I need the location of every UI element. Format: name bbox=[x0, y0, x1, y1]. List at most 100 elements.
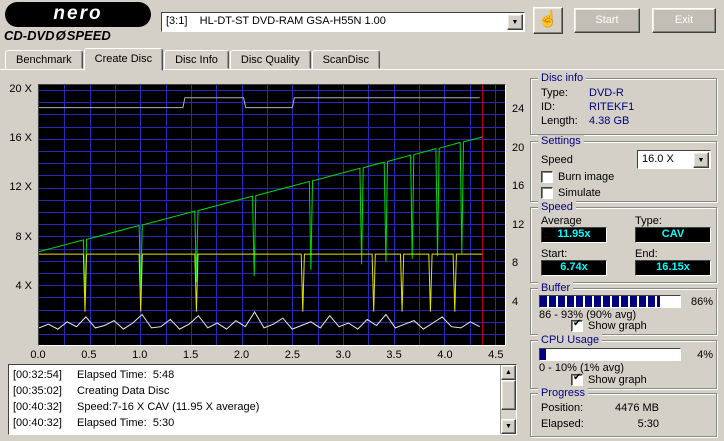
axis-tick: 20 bbox=[512, 142, 524, 154]
chevron-down-icon[interactable]: ▼ bbox=[507, 14, 523, 30]
log-listbox[interactable]: [00:32:54]Elapsed Time: 5:48 [00:35:02]C… bbox=[8, 364, 517, 435]
speed-select[interactable]: 16.0 X ▼ bbox=[637, 150, 711, 169]
burn-image-label: Burn image bbox=[558, 171, 614, 183]
burn-image-checkbox[interactable] bbox=[541, 171, 553, 183]
tab-bar: Benchmark Create Disc Disc Info Disc Qua… bbox=[0, 47, 724, 69]
axis-tick: 4 bbox=[512, 296, 518, 308]
tab-benchmark[interactable]: Benchmark bbox=[5, 50, 83, 69]
axis-tick: 8 bbox=[512, 257, 518, 269]
buffer-bar bbox=[539, 295, 681, 308]
header-toolbar: nero CD-DVDØSPEED [3:1] HL-DT-ST DVD-RAM… bbox=[0, 0, 724, 46]
capacity-axis: 0.00.51.01.52.02.53.03.54.04.5 bbox=[38, 349, 506, 362]
cpu-bar bbox=[539, 348, 681, 361]
axis-tick: 12 X bbox=[9, 181, 32, 193]
log-entry: [00:35:02]Creating Data Disc bbox=[13, 383, 497, 399]
average-label: Average bbox=[541, 215, 582, 227]
axis-tick: 0.5 bbox=[81, 349, 96, 361]
speed-chart bbox=[38, 84, 506, 346]
axis-tick: 24 bbox=[512, 103, 524, 115]
start-speed-label: Start: bbox=[541, 248, 567, 260]
chevron-down-icon[interactable]: ▼ bbox=[693, 152, 709, 168]
speed-select-label: Speed bbox=[541, 154, 573, 166]
axis-tick: 20 X bbox=[9, 83, 32, 95]
settings-panel: Settings Speed 16.0 X ▼ Burn image Simul… bbox=[530, 141, 717, 202]
axis-tick: 1.5 bbox=[183, 349, 198, 361]
position-label: Position: bbox=[541, 402, 583, 414]
end-speed-label: End: bbox=[635, 248, 658, 260]
cd-dvd-speed-wordmark: CD-DVDØSPEED bbox=[4, 28, 164, 44]
disc-info-title: Disc info bbox=[538, 72, 586, 85]
disc-id-value: RITEKF1 bbox=[589, 101, 634, 113]
type-label: Type: bbox=[635, 215, 662, 227]
tab-disc-info[interactable]: Disc Info bbox=[164, 50, 229, 69]
start-speed-value: 6.74x bbox=[541, 260, 607, 276]
buffer-title: Buffer bbox=[538, 282, 573, 295]
cpu-bar-fill bbox=[540, 349, 546, 360]
nero-wordmark: nero bbox=[5, 2, 151, 27]
elapsed-label: Elapsed: bbox=[541, 418, 584, 430]
nero-cd-dvd-speed-window: { "header": { "logo_main": "nero", "logo… bbox=[0, 0, 724, 441]
disc-icon: Ø bbox=[55, 28, 67, 43]
axis-tick: 2.5 bbox=[285, 349, 300, 361]
elapsed-value: 5:30 bbox=[587, 418, 659, 430]
axis-tick: 16 bbox=[512, 180, 524, 192]
start-button[interactable]: Start bbox=[574, 8, 640, 33]
simulate-checkbox[interactable] bbox=[541, 187, 553, 199]
tab-scandisc[interactable]: ScanDisc bbox=[312, 50, 380, 69]
axis-tick: 1.0 bbox=[132, 349, 147, 361]
buffer-percent: 86% bbox=[681, 296, 713, 308]
end-speed-value: 16.15x bbox=[635, 260, 711, 276]
disc-id-label: ID: bbox=[541, 101, 555, 113]
log-entry: [00:40:32]Elapsed Time: 5:30 bbox=[13, 415, 497, 431]
cpu-show-graph-label: Show graph bbox=[588, 374, 647, 386]
axis-tick: 3.5 bbox=[386, 349, 401, 361]
axis-tick: 4 X bbox=[15, 280, 32, 292]
scrollbar-thumb[interactable] bbox=[501, 380, 516, 410]
disc-length-label: Length: bbox=[541, 115, 578, 127]
log-entry: [00:40:32]Speed:7-16 X CAV (11.95 X aver… bbox=[13, 399, 497, 415]
axis-tick: 3.0 bbox=[336, 349, 351, 361]
position-value: 4476 MB bbox=[587, 402, 659, 414]
cpu-percent: 4% bbox=[681, 349, 713, 361]
simulate-option: Simulate bbox=[541, 187, 601, 199]
speed-axis-right: 2420161284 bbox=[509, 84, 531, 346]
drive-select[interactable]: [3:1] HL-DT-ST DVD-RAM GSA-H55N 1.00 ▼ bbox=[161, 12, 525, 32]
buffer-show-graph-label: Show graph bbox=[588, 320, 647, 332]
axis-tick: 2.0 bbox=[234, 349, 249, 361]
axis-tick: 4.0 bbox=[437, 349, 452, 361]
disc-info-panel: Disc info Type: DVD-R ID: RITEKF1 Length… bbox=[530, 78, 717, 135]
hand-icon: ☝ bbox=[538, 11, 558, 28]
exit-button[interactable]: Exit bbox=[652, 8, 716, 33]
secondary-speed-line bbox=[39, 254, 483, 312]
cpu-usage-line bbox=[39, 312, 480, 329]
drive-select-value: [3:1] HL-DT-ST DVD-RAM GSA-H55N 1.00 bbox=[166, 15, 386, 27]
log-lines: [00:32:54]Elapsed Time: 5:48 [00:35:02]C… bbox=[13, 367, 497, 432]
log-scrollbar[interactable]: ▲ ▼ bbox=[500, 365, 516, 434]
cpu-range-text: 0 - 10% (1% avg) bbox=[539, 362, 624, 374]
scroll-up-icon[interactable]: ▲ bbox=[501, 365, 516, 380]
axis-tick: 0.0 bbox=[30, 349, 45, 361]
progress-panel: Progress Position: 4476 MB Elapsed: 5:30 bbox=[530, 393, 717, 437]
speed-type-value: CAV bbox=[635, 227, 711, 243]
log-entry: [00:32:54]Elapsed Time: 5:48 bbox=[13, 367, 497, 383]
cpu-show-graph-checkbox[interactable] bbox=[571, 374, 583, 386]
eject-load-button[interactable]: ☝ bbox=[533, 7, 563, 34]
speed-panel: Speed Average Type: 11.95x CAV Start: En… bbox=[530, 207, 717, 283]
tab-create-disc[interactable]: Create Disc bbox=[84, 48, 163, 71]
speed-select-value: 16.0 X bbox=[642, 153, 674, 165]
progress-title: Progress bbox=[538, 387, 588, 400]
write-speed-line bbox=[39, 137, 483, 295]
buffer-show-graph-option: Show graph bbox=[571, 320, 647, 332]
speed-panel-title: Speed bbox=[538, 201, 576, 214]
buffer-show-graph-checkbox[interactable] bbox=[571, 320, 583, 332]
axis-tick: 4.5 bbox=[488, 349, 503, 361]
buffer-bar-fill bbox=[540, 296, 660, 307]
disc-type-label: Type: bbox=[541, 87, 568, 99]
settings-title: Settings bbox=[538, 135, 584, 148]
tab-disc-quality[interactable]: Disc Quality bbox=[230, 50, 311, 69]
axis-tick: 16 X bbox=[9, 132, 32, 144]
average-speed-value: 11.95x bbox=[541, 227, 607, 243]
scroll-down-icon[interactable]: ▼ bbox=[501, 419, 516, 434]
disc-length-value: 4.38 GB bbox=[589, 115, 629, 127]
disc-type-value: DVD-R bbox=[589, 87, 624, 99]
